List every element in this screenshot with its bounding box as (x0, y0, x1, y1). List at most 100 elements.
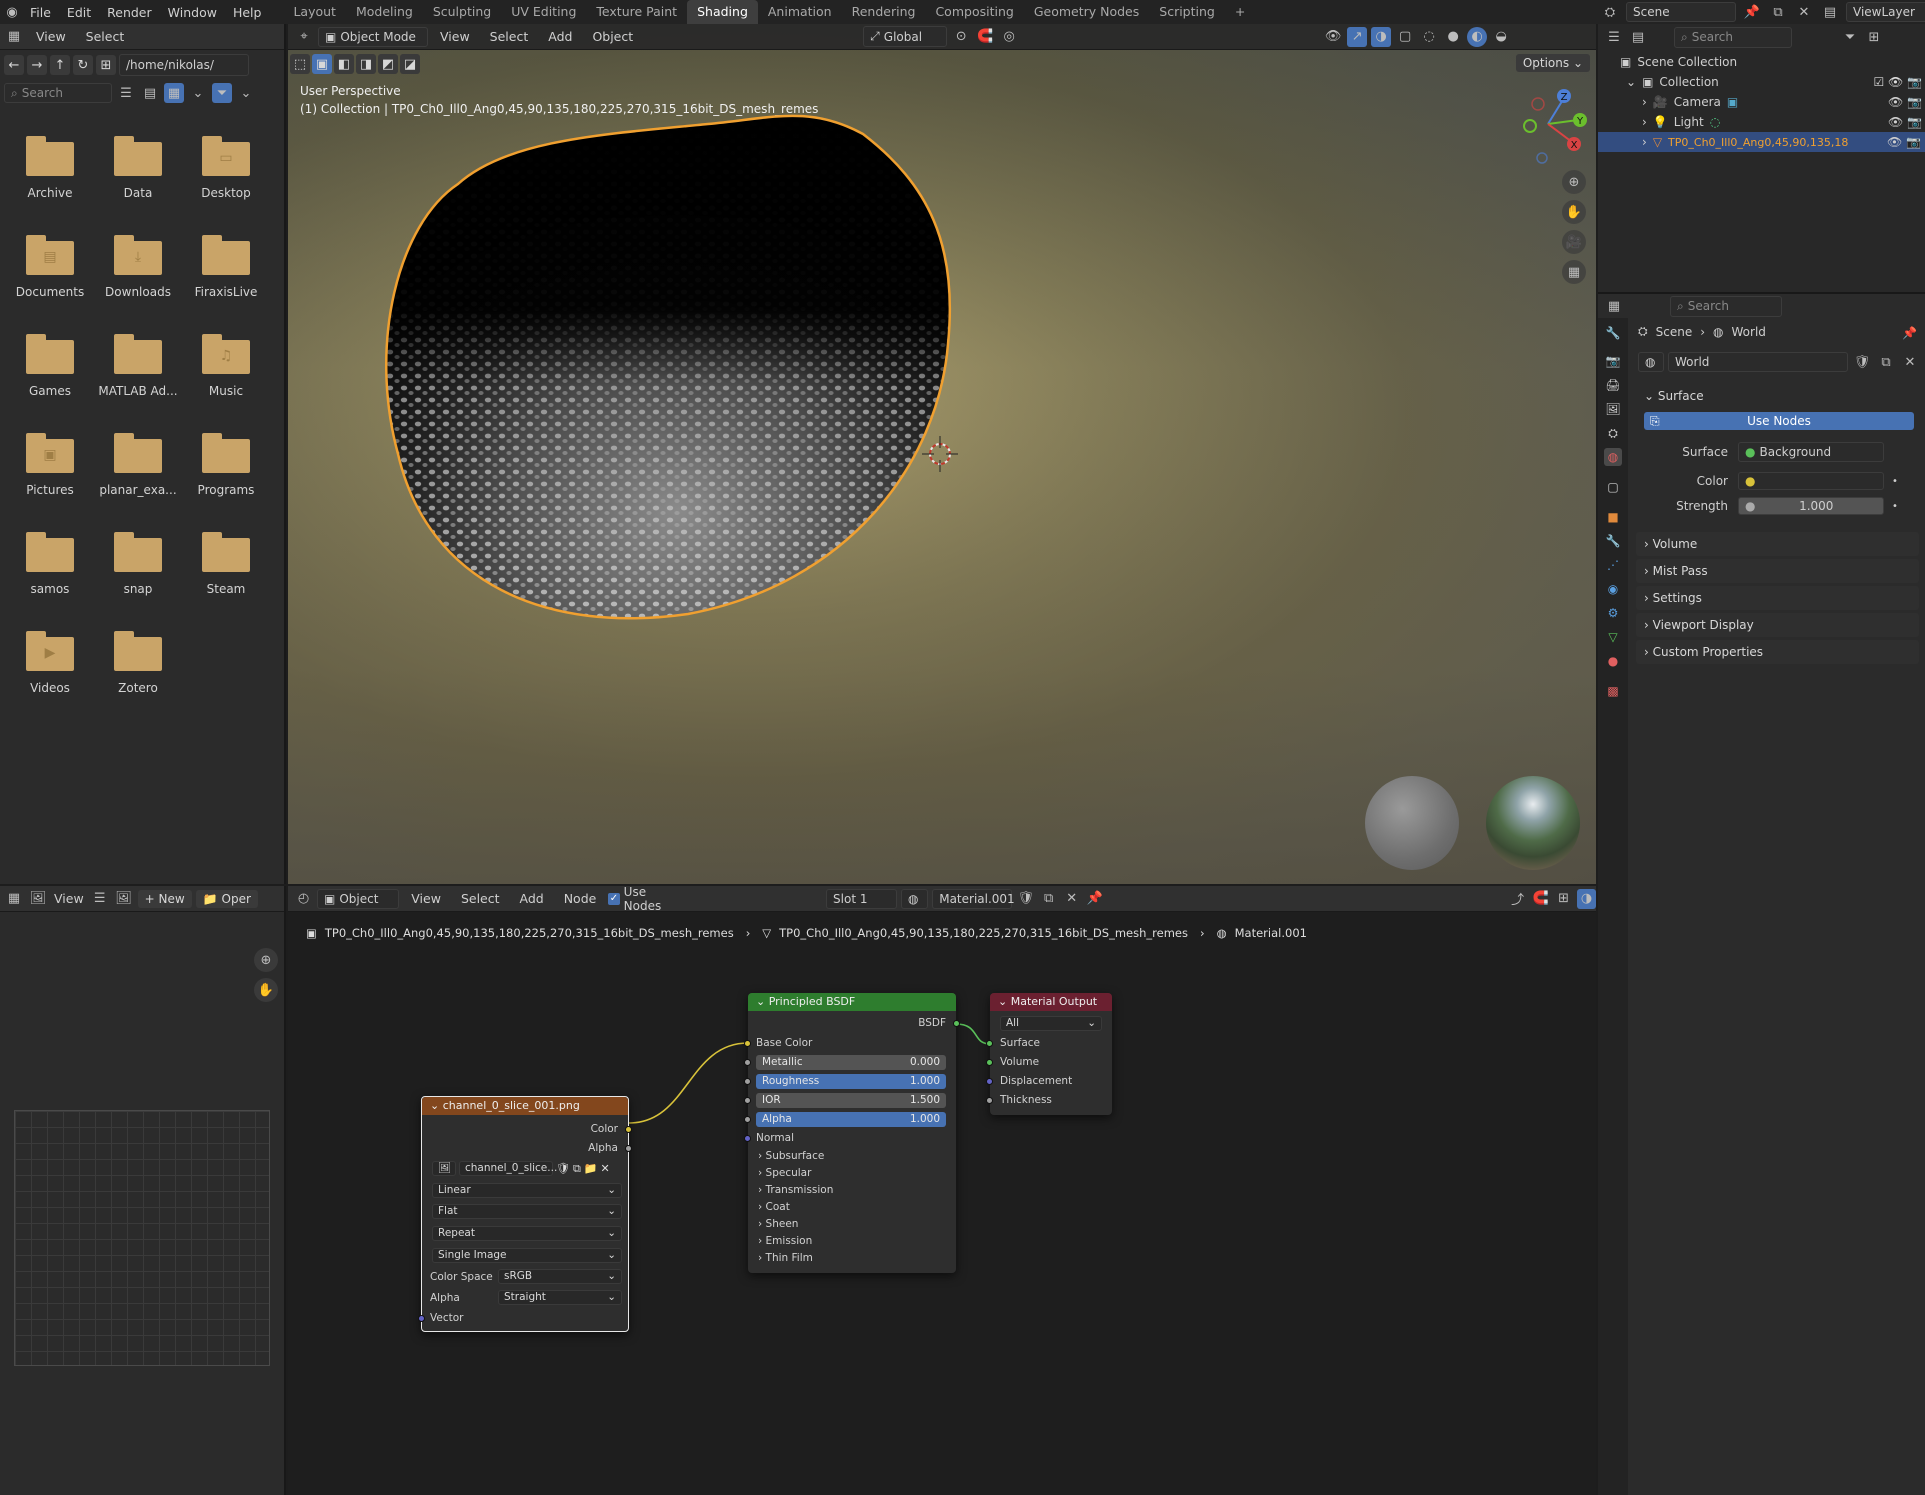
volume-input-socket[interactable] (986, 1059, 993, 1066)
open-image-button[interactable]: 📁 Oper (195, 889, 258, 908)
fb-menu-view[interactable]: View (28, 29, 74, 44)
strength-field[interactable]: ● 1.000 (1738, 497, 1884, 515)
folder-item[interactable]: ⤓ Downloads (94, 235, 182, 299)
hamburger-icon[interactable]: ☰ (90, 889, 110, 909)
shader-node-editor[interactable]: ◴ ▣ Object View Select Add Node ✓ Use Node… (288, 885, 1596, 1495)
display-mode-icon[interactable]: ▤ (1628, 27, 1648, 47)
scene-tab-icon[interactable]: ⛭ (1604, 424, 1622, 442)
folder-item[interactable]: snap (94, 532, 182, 596)
filter-icon[interactable]: ⏷ (212, 83, 232, 103)
visibility-icon[interactable]: 👁 📷 (1888, 95, 1922, 109)
roughness-socket[interactable] (744, 1078, 751, 1085)
surface-panel-header[interactable]: ⌄ Surface (1636, 384, 1919, 408)
sheen-panel[interactable]: › Sheen (758, 1218, 798, 1230)
3d-cursor-icon[interactable] (922, 436, 958, 472)
sort-dropdown-icon[interactable]: ⌄ (188, 83, 208, 103)
coat-panel[interactable]: › Coat (758, 1201, 790, 1213)
menu-help[interactable]: Help (225, 5, 270, 20)
mist-pass-panel-header[interactable]: › Mist Pass (1636, 559, 1919, 583)
keyframe-icon[interactable]: • (1892, 476, 1898, 487)
tab-modeling[interactable]: Modeling (346, 0, 423, 24)
tab-rendering[interactable]: Rendering (842, 0, 926, 24)
tab-geometry-nodes[interactable]: Geometry Nodes (1024, 0, 1149, 24)
tab-shading[interactable]: Shading (687, 0, 758, 24)
thin-film-panel[interactable]: › Thin Film (758, 1252, 813, 1264)
world-name-field[interactable]: World (1668, 352, 1848, 372)
output-node-header[interactable]: ⌄ Material Output (990, 993, 1112, 1011)
folder-item[interactable]: ▶ Videos (6, 631, 94, 695)
viewlayer-dropdown[interactable]: ViewLayer (1846, 2, 1925, 22)
folder-item[interactable]: FiraxisLive (182, 235, 270, 299)
editor-type-icon[interactable]: ▦ (4, 27, 24, 47)
tab-uv-editing[interactable]: UV Editing (501, 0, 586, 24)
normal-socket[interactable] (744, 1135, 751, 1142)
navigation-gizmo[interactable]: Z Y X (1508, 84, 1588, 164)
ie-menu-view[interactable]: View (52, 891, 86, 906)
alpha-mode-dropdown[interactable]: Straight ⌄ (498, 1290, 622, 1305)
tab-animation[interactable]: Animation (758, 0, 842, 24)
camera-view-icon[interactable]: 🎥 (1562, 230, 1586, 254)
metallic-field[interactable]: Metallic 0.000 (756, 1055, 946, 1070)
thickness-input-socket[interactable] (986, 1097, 993, 1104)
folder-item[interactable]: Archive (6, 136, 94, 200)
render-tab-icon[interactable]: 📷 (1604, 352, 1622, 370)
tab-texture-paint[interactable]: Texture Paint (586, 0, 687, 24)
folder-item[interactable]: Steam (182, 532, 270, 596)
properties-search-input[interactable]: ⌕ Search (1670, 295, 1782, 317)
tab-sculpting[interactable]: Sculpting (423, 0, 501, 24)
use-nodes-button[interactable]: ⎘ Use Nodes (1644, 412, 1914, 430)
bsdf-node-header[interactable]: ⌄ Principled BSDF (748, 993, 956, 1011)
output-target-dropdown[interactable]: All ⌄ (1000, 1016, 1102, 1031)
pin-icon[interactable]: 📌 (1902, 326, 1917, 340)
uv-grid[interactable] (14, 1110, 270, 1366)
expand-arrow-icon[interactable]: › (1642, 135, 1647, 149)
viewport-display-panel-header[interactable]: › Viewport Display (1636, 613, 1919, 637)
pin-icon[interactable]: 📌 (1742, 2, 1762, 22)
checkbox-icon[interactable]: ☑ 👁 📷 (1873, 75, 1922, 89)
extension-dropdown[interactable]: Repeat ⌄ (432, 1226, 622, 1241)
world-tab-icon[interactable]: ◍ (1604, 448, 1622, 466)
collection-tab-icon[interactable]: ▢ (1604, 478, 1622, 496)
image-browse-icon[interactable]: 🖼 (432, 1161, 456, 1176)
back-icon[interactable]: ← (4, 55, 24, 75)
interpolation-dropdown[interactable]: Linear ⌄ (432, 1183, 622, 1198)
color-output-socket[interactable] (625, 1126, 632, 1133)
expand-arrow-icon[interactable]: › (1642, 95, 1647, 109)
outliner-row-mesh[interactable]: › ▽ TP0_Ch0_Ill0_Ang0,45,90,135,18 👁 📷 (1598, 132, 1925, 152)
pan-hand-icon[interactable]: ✋ (1562, 200, 1586, 224)
editor-type-icon[interactable]: ▦ (4, 889, 24, 909)
filter-dropdown-icon[interactable]: ⌄ (236, 83, 256, 103)
ior-field[interactable]: IOR 1.500 (756, 1093, 946, 1108)
outliner-row-collection[interactable]: ⌄ ▣ Collection ☑ 👁 📷 (1626, 72, 1922, 92)
principled-bsdf-node[interactable]: ⌄ Principled BSDF BSDF Base Color Metall… (744, 993, 960, 1273)
folder-item[interactable]: Games (6, 334, 94, 398)
menu-file[interactable]: File (22, 5, 59, 20)
transmission-panel[interactable]: › Transmission (758, 1184, 833, 1196)
view-layer-tab-icon[interactable]: 🖼 (1604, 400, 1622, 418)
ior-socket[interactable] (744, 1097, 751, 1104)
fake-user-icon[interactable]: 🛡 (1852, 352, 1872, 372)
close-icon[interactable]: ✕ (1794, 2, 1814, 22)
new-collection-icon[interactable]: ⊞ (1864, 27, 1884, 47)
blender-logo-icon[interactable]: ◉ (2, 2, 22, 22)
settings-panel-header[interactable]: › Settings (1636, 586, 1919, 610)
menu-edit[interactable]: Edit (59, 5, 99, 20)
duplicate-icon[interactable]: ⧉ (1768, 2, 1788, 22)
editor-type-icon[interactable]: ▦ (1604, 296, 1624, 316)
folder-item[interactable]: planar_exa... (94, 433, 182, 497)
duplicate-icon[interactable]: ⧉ (573, 1162, 581, 1176)
editor-type-icon[interactable]: ☰ (1604, 27, 1624, 47)
roughness-field[interactable]: Roughness 1.000 (756, 1074, 946, 1089)
new-folder-icon[interactable]: ⊞ (96, 55, 116, 75)
fake-user-icon[interactable]: 🛡 (556, 1162, 570, 1175)
folder-item[interactable]: ▤ Documents (6, 235, 94, 299)
expand-arrow-icon[interactable]: ⌄ (1626, 75, 1636, 89)
duplicate-icon[interactable]: ⧉ (1876, 352, 1896, 372)
folder-item[interactable]: ▣ Pictures (6, 433, 94, 497)
open-folder-icon[interactable]: 📁 (584, 1162, 598, 1175)
data-tab-icon[interactable]: ▽ (1604, 628, 1622, 646)
image-node-header[interactable]: ⌄ channel_0_slice_001.png (422, 1097, 628, 1115)
menu-render[interactable]: Render (99, 5, 160, 20)
keyframe-icon[interactable]: • (1892, 501, 1898, 512)
scene-dropdown[interactable]: Scene (1626, 2, 1736, 22)
